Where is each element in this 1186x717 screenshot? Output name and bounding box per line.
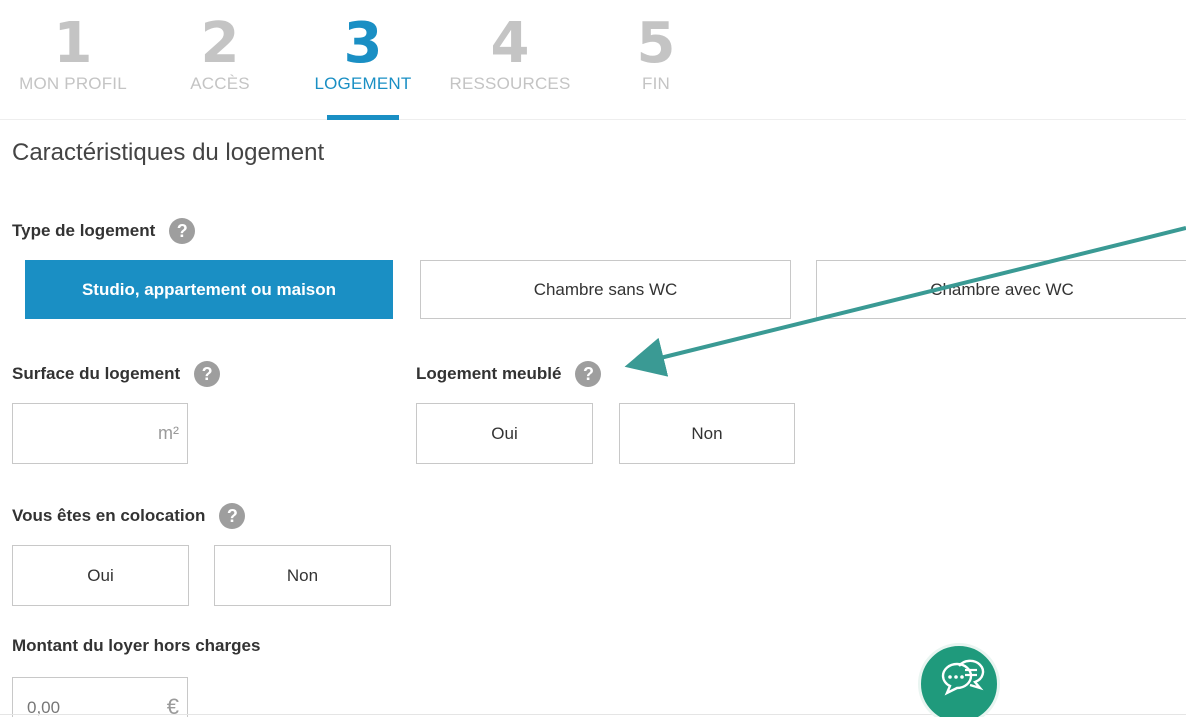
- meuble-oui-button[interactable]: Oui: [416, 403, 593, 464]
- colocation-label-text: Vous êtes en colocation: [12, 506, 206, 525]
- chat-button[interactable]: [918, 643, 1000, 717]
- step-label: FIN: [642, 74, 670, 93]
- meuble-non-button[interactable]: Non: [619, 403, 795, 464]
- help-icon[interactable]: ?: [575, 361, 602, 387]
- type-logement-label: Type de logement ?: [12, 218, 196, 244]
- section-title: Caractéristiques du logement: [12, 139, 325, 166]
- type-chambre-avec-wc-button[interactable]: Chambre avec WC: [816, 260, 1186, 319]
- surface-input[interactable]: [27, 423, 152, 444]
- colocation-oui-button[interactable]: Oui: [12, 545, 189, 606]
- help-icon[interactable]: ?: [194, 361, 221, 387]
- step-mon-profil[interactable]: 1 MON PROFIL: [8, 0, 138, 120]
- step-fin[interactable]: 5 FIN: [606, 0, 706, 120]
- step-label: LOGEMENT: [314, 74, 412, 93]
- step-number: 3: [343, 11, 383, 76]
- step-number: 2: [200, 11, 240, 76]
- progress-stepper: 1 MON PROFIL 2 ACCÈS 3 LOGEMENT 4 RESSOU…: [0, 0, 1186, 120]
- meuble-label-text: Logement meublé: [416, 364, 562, 383]
- loyer-field[interactable]: €: [12, 677, 188, 717]
- bottom-divider: [0, 714, 1186, 715]
- surface-field[interactable]: m²: [12, 403, 188, 464]
- type-logement-label-text: Type de logement: [12, 221, 156, 240]
- active-step-indicator: [327, 115, 399, 120]
- step-acces[interactable]: 2 ACCÈS: [170, 0, 270, 120]
- type-studio-button[interactable]: Studio, appartement ou maison: [25, 260, 393, 319]
- help-icon[interactable]: ?: [219, 503, 246, 529]
- meuble-label: Logement meublé ?: [416, 361, 602, 387]
- surface-label: Surface du logement ?: [12, 361, 221, 387]
- loyer-label-text: Montant du loyer hors charges: [12, 636, 261, 655]
- step-label: ACCÈS: [190, 74, 250, 93]
- colocation-non-button[interactable]: Non: [214, 545, 391, 606]
- step-logement[interactable]: 3 LOGEMENT: [300, 0, 426, 120]
- colocation-label: Vous êtes en colocation ?: [12, 503, 246, 529]
- help-icon[interactable]: ?: [169, 218, 196, 244]
- chat-bubbles-icon: [941, 659, 985, 696]
- step-number: 1: [53, 11, 93, 76]
- type-chambre-sans-wc-button[interactable]: Chambre sans WC: [420, 260, 791, 319]
- step-ressources[interactable]: 4 RESSOURCES: [440, 0, 580, 120]
- step-number: 4: [490, 11, 530, 76]
- step-label: RESSOURCES: [449, 74, 571, 93]
- step-label: MON PROFIL: [19, 74, 127, 93]
- loyer-label: Montant du loyer hors charges: [12, 636, 260, 656]
- step-number: 5: [636, 11, 676, 76]
- surface-label-text: Surface du logement: [12, 364, 181, 383]
- surface-unit: m²: [158, 423, 179, 443]
